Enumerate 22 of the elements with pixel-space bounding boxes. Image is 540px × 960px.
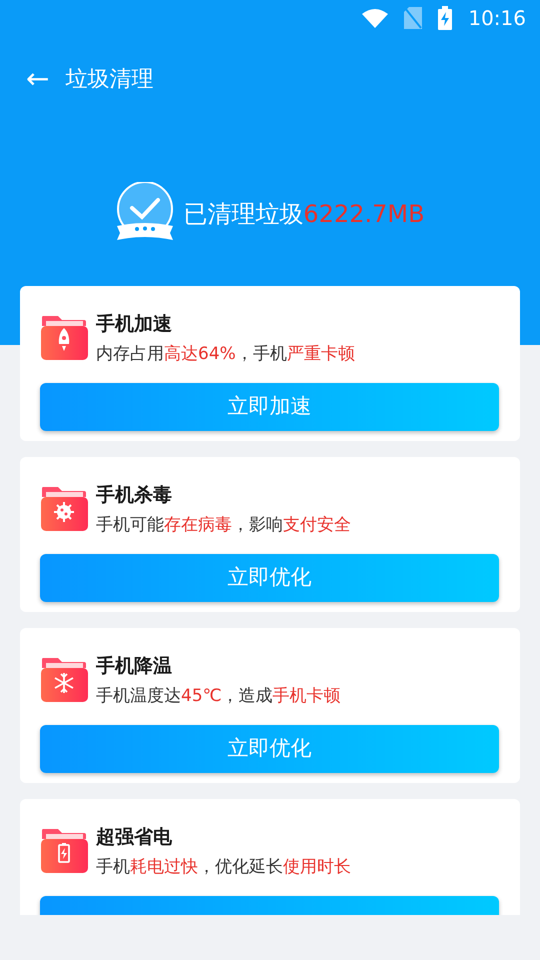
cleaned-summary: 已清理垃圾6222.7MB — [183, 199, 425, 230]
wifi-icon — [362, 8, 388, 28]
card-title: 超强省电 — [96, 825, 173, 850]
card-description: 内存占用高达64%，手机严重卡顿 — [96, 342, 355, 366]
action-button[interactable]: 立即加速 — [40, 383, 499, 431]
card-description: 手机耗电过快，优化延长使用时长 — [96, 856, 351, 878]
page-title: 垃圾清理 — [65, 66, 154, 94]
back-button[interactable]: ← — [26, 65, 50, 93]
battery-folder-icon — [40, 827, 88, 873]
action-button[interactable]: 立即优化 — [40, 725, 499, 773]
action-button[interactable]: 立即优化 — [40, 554, 499, 602]
battery-charging-icon — [438, 6, 452, 30]
snowflake-folder-icon — [40, 656, 88, 702]
card-title: 手机降温 — [96, 654, 173, 679]
card-description: 手机可能存在病毒，影响支付安全 — [96, 514, 351, 536]
card-title: 手机杀毒 — [96, 483, 173, 508]
no-sim-icon — [404, 7, 422, 29]
status-time: 10:16 — [468, 5, 526, 32]
card-title: 手机加速 — [96, 312, 173, 337]
virus-folder-icon — [40, 485, 88, 531]
rocket-folder-icon — [40, 314, 88, 360]
card-description: 手机温度达45℃，造成手机卡顿 — [96, 684, 341, 708]
